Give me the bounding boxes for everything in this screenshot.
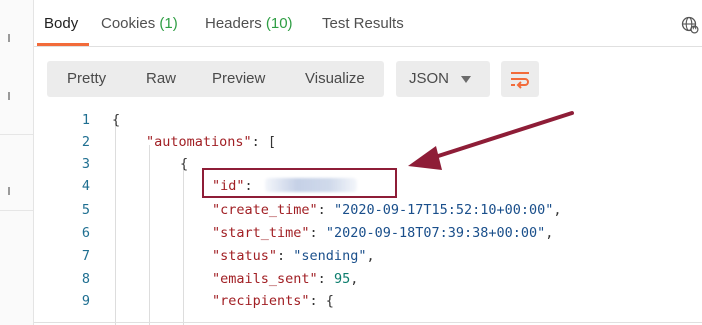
- annotation-arrow-icon: [408, 111, 574, 170]
- panel-bottom-border: [34, 322, 702, 323]
